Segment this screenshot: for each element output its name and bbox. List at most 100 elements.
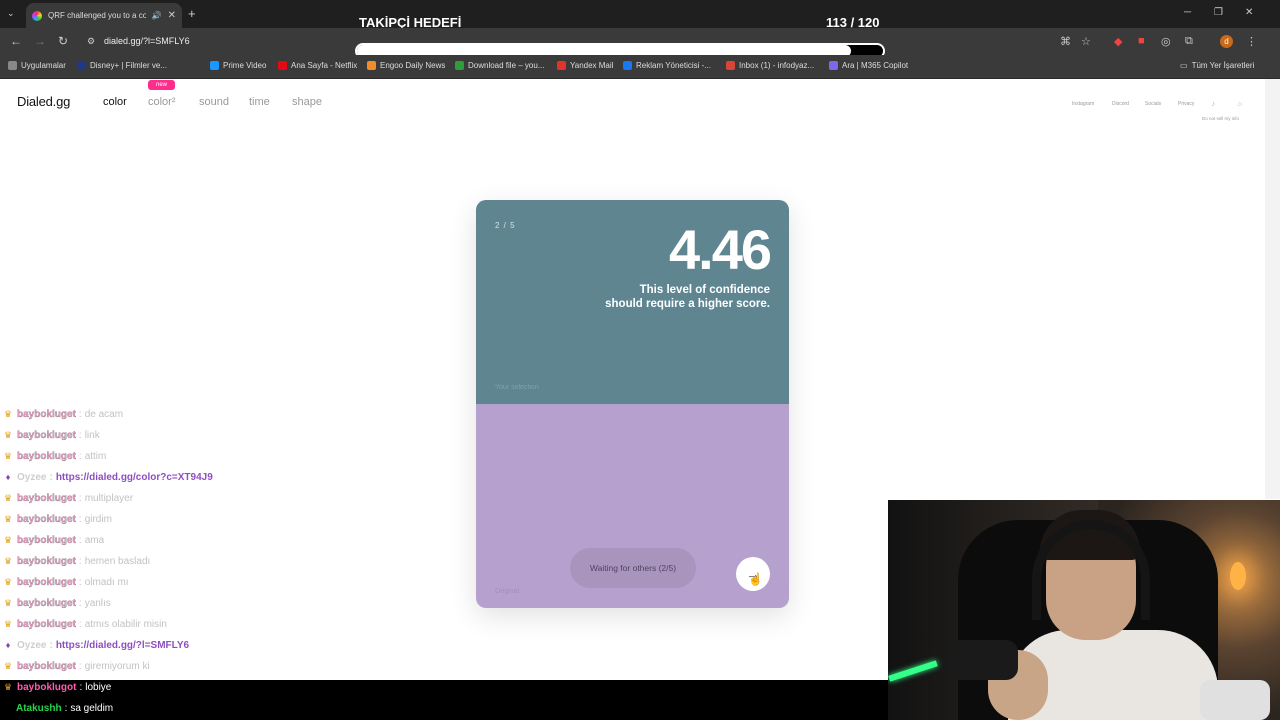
extension-icon[interactable]: ◎ (1161, 35, 1171, 48)
chat-text: de acam (84, 409, 124, 420)
bookmark-favicon-icon (623, 61, 632, 70)
chat-separator: : (78, 451, 82, 462)
close-tab-icon[interactable]: ✕ (168, 10, 176, 21)
waiting-button[interactable]: Waiting for others (2/5) (570, 548, 696, 588)
bookmark-label: Download file – you... (468, 61, 545, 70)
bookmarks-bar: ▭ Tüm Yer İşaretleri Uygulamalar Disney+ … (0, 55, 1280, 79)
chat-message: ♛ baybokluget: atmıs olabilir misin (2, 619, 167, 630)
menu-icon[interactable]: ⋮ (1246, 35, 1257, 48)
bookmark-label: Disney+ | Filmler ve... (90, 61, 167, 70)
chat-recent-strip (0, 680, 888, 720)
bookmark-item[interactable]: Uygulamalar (8, 61, 66, 70)
do-not-sell-link[interactable]: Do not sell my info (1202, 116, 1239, 121)
extension-icon[interactable]: ■ (1138, 35, 1145, 47)
restore-icon[interactable]: ❐ (1214, 7, 1223, 18)
footer-link[interactable]: Socials (1145, 101, 1161, 107)
nav-link-color2[interactable]: color² (148, 96, 176, 108)
bookmark-item[interactable]: Engoo Daily News (367, 61, 445, 70)
crown-badge-icon: ♛ (3, 514, 13, 524)
crown-badge-icon: ♛ (3, 430, 13, 440)
screen: ⌄ QRF challenged you to a color match 🔊 … (0, 0, 1280, 720)
all-bookmarks-label: Tüm Yer İşaretleri (1191, 61, 1255, 70)
extension-icon[interactable]: ◆ (1114, 35, 1122, 48)
new-badge: new (148, 80, 176, 90)
bookmark-item[interactable]: Prime Video (210, 61, 266, 70)
chat-separator: : (49, 640, 53, 651)
chat-separator: : (78, 409, 82, 420)
nav-link-sound[interactable]: sound (199, 96, 229, 108)
chat-username: Atakushh (16, 703, 62, 714)
score-comment: This level of confidence should require … (530, 283, 770, 311)
chat-separator: : (78, 619, 82, 630)
chat-separator: : (79, 682, 83, 693)
scrollbar[interactable] (1265, 79, 1280, 499)
extensions-puzzle-icon[interactable]: ⧉ (1185, 35, 1193, 48)
nav-link-shape[interactable]: shape (292, 96, 322, 108)
bookmark-label: Engoo Daily News (380, 61, 446, 70)
crown-badge-icon: ♛ (3, 619, 13, 629)
site-logo[interactable]: Dialed.gg (17, 94, 70, 109)
forward-icon[interactable]: → (34, 34, 46, 48)
original-label: Original (495, 588, 520, 595)
address-bar[interactable]: dialed.gg/?l=SMFLY6 (104, 36, 190, 46)
crown-badge-icon: ♛ (3, 556, 13, 566)
cam-mic (948, 640, 1018, 680)
bookmark-star-icon[interactable]: ☆ (1081, 35, 1091, 48)
sound-toggle-icon[interactable]: ♪ (1211, 99, 1215, 108)
bookmark-item[interactable]: Ana Sayfa - Netflix (278, 61, 357, 70)
footer-link[interactable]: Instagram (1072, 101, 1094, 107)
bookmark-item[interactable]: Yandex Mail (557, 61, 613, 70)
chat-separator: : (78, 556, 82, 567)
bookmark-item[interactable]: Inbox (1) - infodyaz... (726, 61, 814, 70)
chat-text: ama (84, 535, 105, 546)
chat-link[interactable]: https://dialed.gg/color?c=XT94J9 (56, 472, 213, 483)
nav-link-time[interactable]: time (249, 96, 270, 108)
chat-link[interactable]: https://dialed.gg/?l=SMFLY6 (56, 640, 189, 651)
footer-link[interactable]: Discord (1112, 101, 1129, 107)
bookmark-favicon-icon (278, 61, 287, 70)
crown-badge-icon: ♛ (3, 682, 13, 692)
back-icon[interactable]: ← (10, 34, 22, 48)
bookmark-favicon-icon (8, 61, 17, 70)
site-info-icon[interactable]: ⚙ (87, 36, 95, 47)
chat-message: ♛ bayboklugot: lobiye (2, 682, 111, 693)
chat-text: multiplayer (84, 493, 134, 504)
footer-link[interactable]: Privacy (1178, 101, 1194, 107)
minimize-icon[interactable]: ─ (1184, 7, 1191, 18)
bookmark-item[interactable]: Download file – you... (455, 61, 545, 70)
translate-icon[interactable]: ⌘ (1060, 35, 1071, 48)
chat-username: bayboklugot (17, 682, 77, 693)
chat-text: yanlıs (84, 598, 111, 609)
bookmark-item[interactable]: Reklam Yöneticisi -... (623, 61, 711, 70)
chat-username: baybokluget (17, 430, 76, 441)
close-window-icon[interactable]: ✕ (1245, 7, 1253, 18)
bookmark-item[interactable]: Disney+ | Filmler ve... (77, 61, 167, 70)
chat-username: baybokluget (17, 598, 76, 609)
score: 4.46 (669, 218, 772, 281)
chat-separator: : (78, 577, 82, 588)
speaker-icon[interactable]: 🔊 (152, 11, 162, 20)
profile-avatar[interactable]: d (1220, 35, 1233, 48)
bookmark-item[interactable]: Ara | M365 Copilot (829, 61, 908, 70)
chat-message: ♛ baybokluget: link (2, 430, 100, 441)
tab-search-icon[interactable]: ⌄ (7, 8, 15, 19)
chat-text: lobiye (85, 682, 112, 693)
chat-separator: : (78, 493, 82, 504)
browser-tab[interactable]: QRF challenged you to a color match 🔊 ✕ (26, 3, 182, 28)
nav-link-color[interactable]: color (103, 96, 127, 108)
webcam-feed (888, 500, 1280, 720)
bookmark-favicon-icon (210, 61, 219, 70)
bookmark-label: Reklam Yöneticisi -... (636, 61, 711, 70)
chat-separator: : (78, 430, 82, 441)
new-tab-icon[interactable]: + (188, 6, 196, 21)
chat-username: baybokluget (17, 661, 76, 672)
chat-text: giremiyorum ki (84, 661, 150, 672)
all-bookmarks[interactable]: ▭ Tüm Yer İşaretleri (1180, 61, 1254, 70)
reload-icon[interactable]: ↻ (58, 34, 68, 48)
chat-username: baybokluget (17, 451, 76, 462)
score-comment-line: This level of confidence (639, 284, 770, 296)
theme-toggle-icon[interactable]: ☼ (1236, 99, 1243, 108)
chat-separator: : (78, 535, 82, 546)
chat-message: ♛ baybokluget: olmadı mı (2, 577, 129, 588)
crown-badge-icon: ♛ (3, 493, 13, 503)
